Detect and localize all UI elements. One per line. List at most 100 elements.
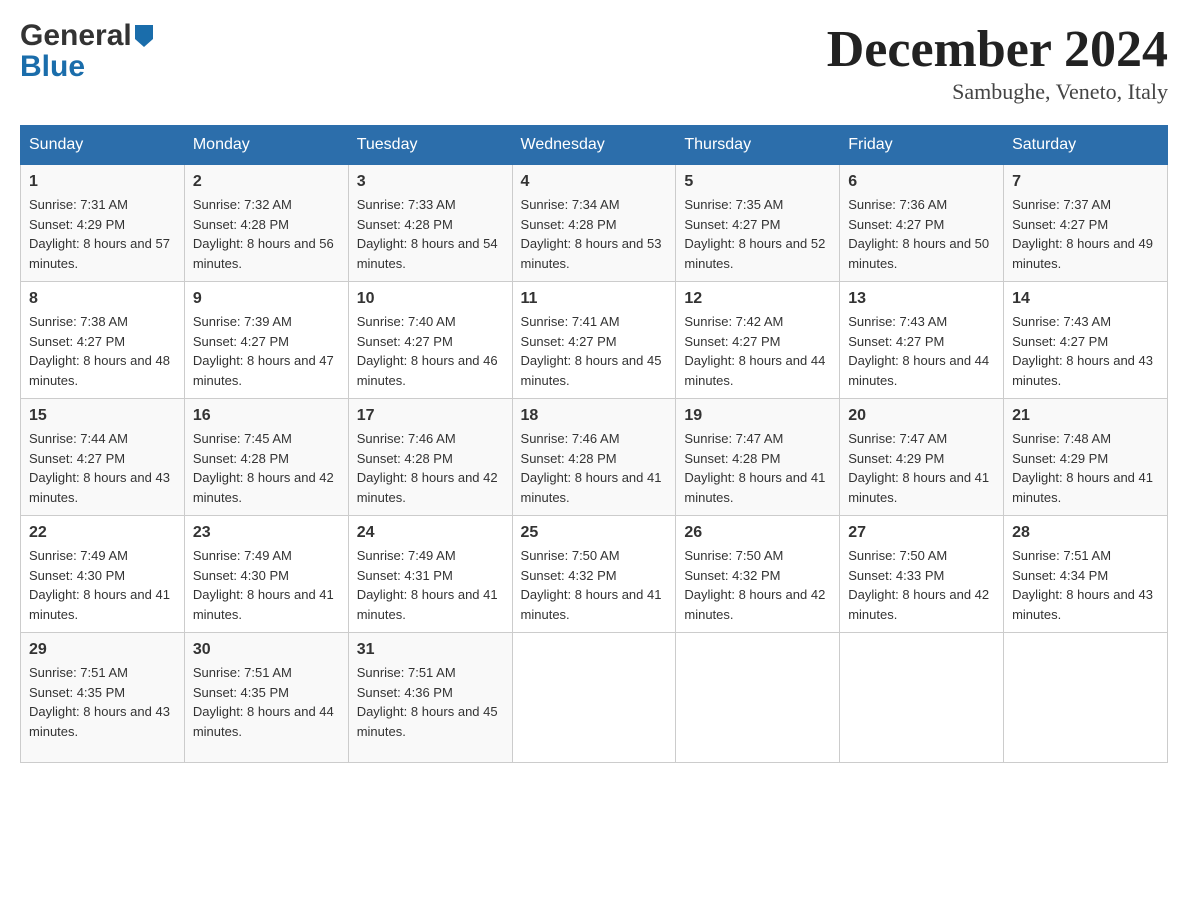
- day-header-sunday: Sunday: [21, 126, 185, 165]
- day-cell: 4 Sunrise: 7:34 AMSunset: 4:28 PMDayligh…: [512, 165, 676, 282]
- day-info: Sunrise: 7:35 AMSunset: 4:27 PMDaylight:…: [684, 197, 825, 271]
- day-info: Sunrise: 7:38 AMSunset: 4:27 PMDaylight:…: [29, 314, 170, 388]
- day-info: Sunrise: 7:46 AMSunset: 4:28 PMDaylight:…: [357, 431, 498, 505]
- day-cell: 25 Sunrise: 7:50 AMSunset: 4:32 PMDaylig…: [512, 516, 676, 633]
- day-number: 1: [29, 173, 176, 191]
- day-cell: [512, 633, 676, 763]
- day-info: Sunrise: 7:51 AMSunset: 4:34 PMDaylight:…: [1012, 548, 1153, 622]
- day-cell: 14 Sunrise: 7:43 AMSunset: 4:27 PMDaylig…: [1004, 282, 1168, 399]
- day-cell: 15 Sunrise: 7:44 AMSunset: 4:27 PMDaylig…: [21, 399, 185, 516]
- logo: General Blue: [20, 20, 153, 82]
- day-number: 6: [848, 173, 995, 191]
- day-header-wednesday: Wednesday: [512, 126, 676, 165]
- day-number: 13: [848, 290, 995, 308]
- day-info: Sunrise: 7:48 AMSunset: 4:29 PMDaylight:…: [1012, 431, 1153, 505]
- day-number: 15: [29, 407, 176, 425]
- week-row-5: 29 Sunrise: 7:51 AMSunset: 4:35 PMDaylig…: [21, 633, 1168, 763]
- day-cell: 7 Sunrise: 7:37 AMSunset: 4:27 PMDayligh…: [1004, 165, 1168, 282]
- day-number: 18: [521, 407, 668, 425]
- day-number: 17: [357, 407, 504, 425]
- page-header: General Blue December 2024 Sambughe, Ven…: [20, 20, 1168, 105]
- day-cell: 13 Sunrise: 7:43 AMSunset: 4:27 PMDaylig…: [840, 282, 1004, 399]
- day-cell: [1004, 633, 1168, 763]
- day-cell: [840, 633, 1004, 763]
- day-cell: 26 Sunrise: 7:50 AMSunset: 4:32 PMDaylig…: [676, 516, 840, 633]
- week-row-2: 8 Sunrise: 7:38 AMSunset: 4:27 PMDayligh…: [21, 282, 1168, 399]
- day-info: Sunrise: 7:50 AMSunset: 4:33 PMDaylight:…: [848, 548, 989, 622]
- days-header-row: SundayMondayTuesdayWednesdayThursdayFrid…: [21, 126, 1168, 165]
- day-header-thursday: Thursday: [676, 126, 840, 165]
- day-number: 31: [357, 641, 504, 659]
- week-row-4: 22 Sunrise: 7:49 AMSunset: 4:30 PMDaylig…: [21, 516, 1168, 633]
- day-number: 2: [193, 173, 340, 191]
- day-info: Sunrise: 7:47 AMSunset: 4:28 PMDaylight:…: [684, 431, 825, 505]
- day-cell: 28 Sunrise: 7:51 AMSunset: 4:34 PMDaylig…: [1004, 516, 1168, 633]
- day-cell: 9 Sunrise: 7:39 AMSunset: 4:27 PMDayligh…: [184, 282, 348, 399]
- calendar-table: SundayMondayTuesdayWednesdayThursdayFrid…: [20, 125, 1168, 763]
- day-number: 21: [1012, 407, 1159, 425]
- day-number: 11: [521, 290, 668, 308]
- day-info: Sunrise: 7:39 AMSunset: 4:27 PMDaylight:…: [193, 314, 334, 388]
- day-number: 24: [357, 524, 504, 542]
- day-number: 20: [848, 407, 995, 425]
- day-cell: 16 Sunrise: 7:45 AMSunset: 4:28 PMDaylig…: [184, 399, 348, 516]
- day-cell: 8 Sunrise: 7:38 AMSunset: 4:27 PMDayligh…: [21, 282, 185, 399]
- day-number: 7: [1012, 173, 1159, 191]
- day-cell: 3 Sunrise: 7:33 AMSunset: 4:28 PMDayligh…: [348, 165, 512, 282]
- day-number: 10: [357, 290, 504, 308]
- day-cell: 30 Sunrise: 7:51 AMSunset: 4:35 PMDaylig…: [184, 633, 348, 763]
- day-info: Sunrise: 7:50 AMSunset: 4:32 PMDaylight:…: [684, 548, 825, 622]
- location-title: Sambughe, Veneto, Italy: [827, 79, 1168, 105]
- day-cell: 18 Sunrise: 7:46 AMSunset: 4:28 PMDaylig…: [512, 399, 676, 516]
- day-header-tuesday: Tuesday: [348, 126, 512, 165]
- day-info: Sunrise: 7:50 AMSunset: 4:32 PMDaylight:…: [521, 548, 662, 622]
- day-info: Sunrise: 7:40 AMSunset: 4:27 PMDaylight:…: [357, 314, 498, 388]
- day-cell: 20 Sunrise: 7:47 AMSunset: 4:29 PMDaylig…: [840, 399, 1004, 516]
- day-cell: 19 Sunrise: 7:47 AMSunset: 4:28 PMDaylig…: [676, 399, 840, 516]
- day-info: Sunrise: 7:49 AMSunset: 4:31 PMDaylight:…: [357, 548, 498, 622]
- day-header-friday: Friday: [840, 126, 1004, 165]
- day-number: 22: [29, 524, 176, 542]
- day-info: Sunrise: 7:33 AMSunset: 4:28 PMDaylight:…: [357, 197, 498, 271]
- day-info: Sunrise: 7:49 AMSunset: 4:30 PMDaylight:…: [29, 548, 170, 622]
- day-number: 27: [848, 524, 995, 542]
- day-cell: 23 Sunrise: 7:49 AMSunset: 4:30 PMDaylig…: [184, 516, 348, 633]
- day-cell: 11 Sunrise: 7:41 AMSunset: 4:27 PMDaylig…: [512, 282, 676, 399]
- day-info: Sunrise: 7:43 AMSunset: 4:27 PMDaylight:…: [1012, 314, 1153, 388]
- day-header-monday: Monday: [184, 126, 348, 165]
- day-info: Sunrise: 7:43 AMSunset: 4:27 PMDaylight:…: [848, 314, 989, 388]
- day-cell: 5 Sunrise: 7:35 AMSunset: 4:27 PMDayligh…: [676, 165, 840, 282]
- day-number: 23: [193, 524, 340, 542]
- day-number: 8: [29, 290, 176, 308]
- day-info: Sunrise: 7:31 AMSunset: 4:29 PMDaylight:…: [29, 197, 170, 271]
- day-number: 9: [193, 290, 340, 308]
- day-number: 16: [193, 407, 340, 425]
- day-number: 28: [1012, 524, 1159, 542]
- day-info: Sunrise: 7:41 AMSunset: 4:27 PMDaylight:…: [521, 314, 662, 388]
- day-cell: 10 Sunrise: 7:40 AMSunset: 4:27 PMDaylig…: [348, 282, 512, 399]
- day-info: Sunrise: 7:46 AMSunset: 4:28 PMDaylight:…: [521, 431, 662, 505]
- week-row-1: 1 Sunrise: 7:31 AMSunset: 4:29 PMDayligh…: [21, 165, 1168, 282]
- day-info: Sunrise: 7:44 AMSunset: 4:27 PMDaylight:…: [29, 431, 170, 505]
- day-info: Sunrise: 7:51 AMSunset: 4:36 PMDaylight:…: [357, 665, 498, 739]
- day-cell: 31 Sunrise: 7:51 AMSunset: 4:36 PMDaylig…: [348, 633, 512, 763]
- day-info: Sunrise: 7:37 AMSunset: 4:27 PMDaylight:…: [1012, 197, 1153, 271]
- day-cell: 17 Sunrise: 7:46 AMSunset: 4:28 PMDaylig…: [348, 399, 512, 516]
- day-cell: 24 Sunrise: 7:49 AMSunset: 4:31 PMDaylig…: [348, 516, 512, 633]
- day-cell: 2 Sunrise: 7:32 AMSunset: 4:28 PMDayligh…: [184, 165, 348, 282]
- day-cell: 1 Sunrise: 7:31 AMSunset: 4:29 PMDayligh…: [21, 165, 185, 282]
- day-info: Sunrise: 7:32 AMSunset: 4:28 PMDaylight:…: [193, 197, 334, 271]
- day-number: 26: [684, 524, 831, 542]
- day-info: Sunrise: 7:45 AMSunset: 4:28 PMDaylight:…: [193, 431, 334, 505]
- logo-blue-text: Blue: [20, 50, 85, 83]
- day-number: 14: [1012, 290, 1159, 308]
- day-cell: 21 Sunrise: 7:48 AMSunset: 4:29 PMDaylig…: [1004, 399, 1168, 516]
- day-info: Sunrise: 7:36 AMSunset: 4:27 PMDaylight:…: [848, 197, 989, 271]
- day-cell: 6 Sunrise: 7:36 AMSunset: 4:27 PMDayligh…: [840, 165, 1004, 282]
- title-area: December 2024 Sambughe, Veneto, Italy: [827, 20, 1168, 105]
- day-cell: 29 Sunrise: 7:51 AMSunset: 4:35 PMDaylig…: [21, 633, 185, 763]
- day-cell: [676, 633, 840, 763]
- day-info: Sunrise: 7:47 AMSunset: 4:29 PMDaylight:…: [848, 431, 989, 505]
- logo-arrow-icon: [135, 24, 153, 52]
- week-row-3: 15 Sunrise: 7:44 AMSunset: 4:27 PMDaylig…: [21, 399, 1168, 516]
